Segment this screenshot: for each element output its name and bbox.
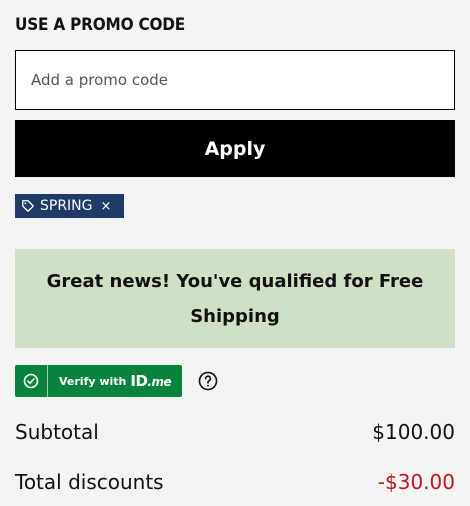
subtotal-label: Subtotal <box>15 420 99 444</box>
question-circle-icon[interactable] <box>198 371 218 391</box>
idme-logo-text: ID <box>130 372 148 390</box>
verify-label: Verify with <box>59 374 127 388</box>
remove-promo-button[interactable]: × <box>101 199 112 214</box>
promo-heading: USE A PROMO CODE <box>15 15 186 35</box>
apply-button[interactable]: Apply <box>15 120 455 177</box>
check-circle-icon <box>15 365 48 397</box>
idme-logo-suffix: .me <box>147 375 172 389</box>
promo-code-input[interactable] <box>15 50 455 110</box>
subtotal-value: $100.00 <box>372 420 455 444</box>
discounts-label: Total discounts <box>15 470 164 494</box>
subtotal-row: Subtotal $100.00 <box>15 420 455 444</box>
discounts-row: Total discounts -$30.00 <box>15 470 455 494</box>
verify-idme-button[interactable]: Verify with ID.me <box>15 365 182 397</box>
applied-promo-tag: SPRING × <box>15 194 124 218</box>
tag-icon <box>21 199 35 213</box>
discounts-value: -$30.00 <box>377 470 455 494</box>
idme-logo: ID.me <box>130 372 171 390</box>
free-shipping-banner: Great news! You've qualified for Free Sh… <box>15 249 455 348</box>
applied-promo-code: SPRING <box>40 198 93 214</box>
